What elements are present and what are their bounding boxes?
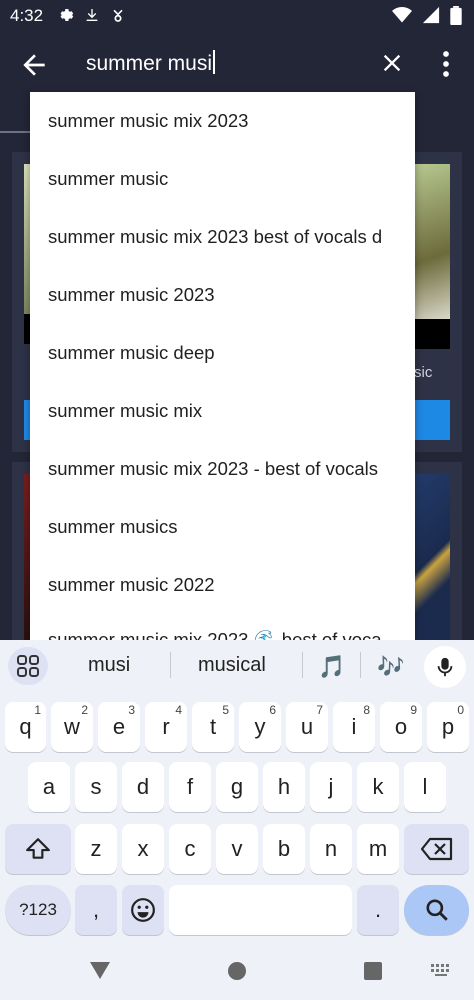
- shift-key[interactable]: [5, 824, 71, 874]
- play-button[interactable]: [414, 400, 450, 440]
- suggestion-item[interactable]: summer music 2023: [48, 266, 408, 324]
- home-circle-icon[interactable]: [227, 961, 247, 981]
- key-d[interactable]: d: [122, 762, 164, 812]
- wifi-icon: [392, 7, 412, 23]
- download-icon: [86, 9, 98, 21]
- text-cursor: [213, 50, 216, 74]
- search-icon: [425, 899, 448, 921]
- suggestion-item[interactable]: summer music 2022: [48, 556, 408, 614]
- suggestion-item[interactable]: summer musics: [48, 498, 408, 556]
- suggestion-item[interactable]: summer music mix 2023 - best of vocals: [48, 440, 408, 498]
- status-time: 4:32: [10, 6, 44, 25]
- search-input[interactable]: summer musi: [86, 50, 216, 76]
- search-app-bar: summer musi: [0, 32, 474, 94]
- result-card-right[interactable]: sic: [414, 152, 462, 452]
- card-title-fragment: sic: [414, 364, 433, 381]
- search-suggestions-dropdown: summer music mix 2023 summer music summe…: [30, 92, 415, 640]
- keyboard-suggestion-word[interactable]: musical: [198, 654, 266, 677]
- key-i[interactable]: i8: [333, 702, 375, 752]
- key-m[interactable]: m: [357, 824, 399, 874]
- settings-icon: [60, 9, 74, 21]
- thumbnail-image: [414, 474, 450, 640]
- key-o[interactable]: o9: [380, 702, 422, 752]
- key-b[interactable]: b: [263, 824, 305, 874]
- battery-icon: [450, 6, 462, 25]
- microphone-icon: [437, 657, 453, 677]
- key-j[interactable]: j: [310, 762, 352, 812]
- more-options-icon[interactable]: [436, 49, 456, 79]
- suggestion-item[interactable]: summer music mix 2023 best of vocals d: [48, 208, 408, 266]
- divider: [170, 652, 171, 678]
- back-arrow-icon[interactable]: [18, 49, 50, 81]
- result-card-left-2[interactable]: [12, 462, 32, 640]
- keyboard-switch-icon[interactable]: [431, 964, 453, 978]
- backspace-key[interactable]: [404, 824, 469, 874]
- emoji-key[interactable]: [122, 885, 164, 935]
- vpn-key-icon: [113, 9, 123, 22]
- keyboard-suggestion-word[interactable]: musi: [88, 654, 130, 677]
- back-triangle-icon[interactable]: [89, 960, 111, 980]
- voice-input-button[interactable]: [424, 646, 466, 688]
- key-k[interactable]: k: [357, 762, 399, 812]
- period-key[interactable]: .: [357, 885, 399, 935]
- suggestion-item[interactable]: summer music deep: [48, 324, 408, 382]
- signal-icon: [422, 6, 440, 24]
- emoji-icon: [131, 898, 155, 922]
- emoji-suggestion[interactable]: 🎶: [377, 654, 404, 680]
- search-query-text: summer musi: [86, 52, 213, 75]
- emoji-suggestion[interactable]: 🎵: [318, 654, 345, 680]
- key-a[interactable]: a: [28, 762, 70, 812]
- key-w[interactable]: w2: [51, 702, 93, 752]
- backspace-icon: [420, 837, 452, 861]
- result-card-right-2[interactable]: [414, 462, 462, 640]
- shift-icon: [26, 838, 50, 859]
- divider: [360, 652, 361, 678]
- clear-search-icon[interactable]: [378, 49, 406, 77]
- key-p[interactable]: p0: [427, 702, 469, 752]
- result-card-left[interactable]: [12, 152, 32, 452]
- comma-key[interactable]: ,: [75, 885, 117, 935]
- thumbnail-image: [414, 164, 450, 319]
- key-h[interactable]: h: [263, 762, 305, 812]
- key-g[interactable]: g: [216, 762, 258, 812]
- tab-indicator: [0, 131, 30, 133]
- key-r[interactable]: r4: [145, 702, 187, 752]
- key-e[interactable]: e3: [98, 702, 140, 752]
- status-bar: 4:32: [0, 0, 474, 32]
- grid-icon: [17, 655, 39, 677]
- suggestion-item[interactable]: summer music mix 2023 🌊 best of voca: [48, 611, 408, 640]
- key-t[interactable]: t5: [192, 702, 234, 752]
- key-v[interactable]: v: [216, 824, 258, 874]
- recents-square-icon[interactable]: [364, 962, 382, 980]
- apps-grid-button[interactable]: [8, 647, 48, 685]
- key-n[interactable]: n: [310, 824, 352, 874]
- spacebar[interactable]: [169, 885, 352, 935]
- key-f[interactable]: f: [169, 762, 211, 812]
- suggestion-item[interactable]: summer music mix 2023: [48, 92, 408, 150]
- divider: [302, 652, 303, 678]
- key-u[interactable]: u7: [286, 702, 328, 752]
- key-c[interactable]: c: [169, 824, 211, 874]
- symbols-key[interactable]: ?123: [5, 885, 71, 935]
- search-key[interactable]: [404, 885, 469, 935]
- key-y[interactable]: y6: [239, 702, 281, 752]
- key-l[interactable]: l: [404, 762, 446, 812]
- keyboard-suggestion-bar: musi musical 🎵 🎶: [0, 640, 474, 692]
- key-s[interactable]: s: [75, 762, 117, 812]
- suggestion-item[interactable]: summer music: [48, 150, 408, 208]
- key-x[interactable]: x: [122, 824, 164, 874]
- suggestion-item[interactable]: summer music mix: [48, 382, 408, 440]
- key-q[interactable]: q1: [5, 702, 46, 752]
- key-z[interactable]: z: [75, 824, 117, 874]
- thumbnail-bar: [414, 319, 450, 349]
- system-navigation-bar: [0, 940, 474, 1000]
